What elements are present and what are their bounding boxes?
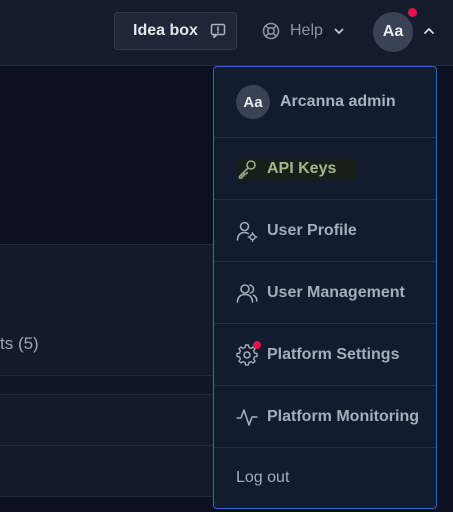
- message-exclamation-icon: [210, 23, 226, 39]
- lifebuoy-icon: [262, 22, 280, 40]
- chevron-down-icon: [334, 28, 344, 34]
- menu-item-user-management[interactable]: User Management: [214, 262, 436, 324]
- menu-item-platform-settings[interactable]: Platform Settings: [214, 324, 436, 386]
- help-label: Help: [290, 22, 323, 39]
- notification-dot: [253, 340, 261, 349]
- user-gear-icon: [236, 220, 258, 242]
- logout-label: Log out: [236, 469, 290, 486]
- user-name: Arcanna admin: [280, 93, 396, 110]
- users-icon: [236, 282, 258, 304]
- avatar-initials: Aa: [382, 23, 404, 40]
- menu-item-label: Platform Monitoring: [267, 407, 419, 425]
- menu-item-label: User Management: [267, 283, 405, 301]
- background-panel: [0, 66, 214, 245]
- user-avatar-button[interactable]: Aa: [373, 12, 413, 52]
- menu-item-platform-monitoring[interactable]: Platform Monitoring: [214, 386, 436, 448]
- menu-item-api-keys[interactable]: API Keys: [214, 138, 436, 200]
- activity-icon: [236, 406, 258, 428]
- avatar-initials: Aa: [243, 93, 263, 111]
- key-icon: [236, 158, 258, 180]
- background-section-title: ts (5): [0, 334, 39, 353]
- avatar: Aa: [236, 85, 270, 119]
- chevron-up-icon[interactable]: [422, 24, 436, 38]
- gear-icon: [236, 340, 261, 366]
- idea-box-button[interactable]: Idea box: [114, 12, 237, 50]
- menu-item-label: API Keys: [267, 159, 337, 177]
- user-dropdown-menu: Aa Arcanna admin API Keys User Profile U…: [213, 66, 437, 509]
- menu-item-user-profile[interactable]: User Profile: [214, 200, 436, 262]
- menu-item-label: User Profile: [267, 221, 357, 239]
- notification-dot: [408, 8, 417, 17]
- top-navigation-bar: Idea box Help Aa: [0, 0, 453, 66]
- menu-item-label: Platform Settings: [267, 345, 400, 363]
- logout-button[interactable]: Log out: [214, 448, 436, 508]
- table-row: [0, 376, 214, 395]
- help-menu[interactable]: Help: [262, 19, 345, 43]
- background-section: [0, 245, 214, 376]
- table-row: [0, 395, 214, 446]
- table-row: [0, 446, 214, 497]
- api-keys-highlight: API Keys: [236, 157, 357, 180]
- menu-user-header: Aa Arcanna admin: [214, 67, 436, 138]
- idea-box-label: Idea box: [133, 22, 198, 39]
